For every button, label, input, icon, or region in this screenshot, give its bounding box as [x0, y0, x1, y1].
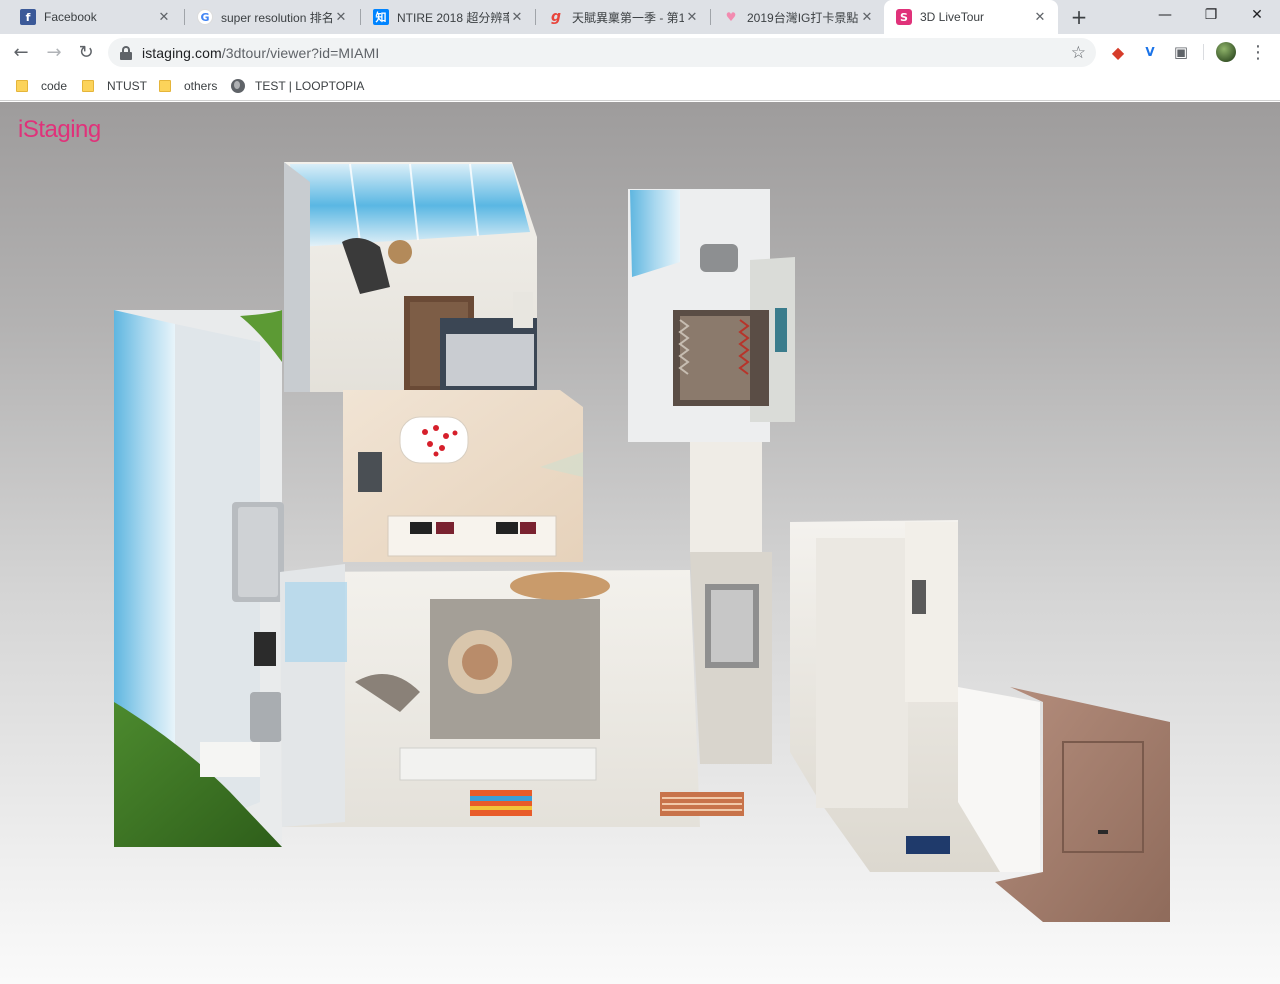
bookmark-code[interactable]: code: [16, 76, 67, 96]
bookmark-label: code: [41, 79, 68, 93]
url-path: /3dtour/viewer?id=MIAMI: [221, 44, 380, 61]
extension-v-icon[interactable]: V: [1140, 42, 1160, 62]
room-hallway[interactable]: [690, 520, 1040, 872]
close-tab-icon[interactable]: ✕: [156, 9, 172, 25]
reload-button[interactable]: ↻: [72, 38, 100, 66]
back-button[interactable]: ←: [7, 38, 35, 66]
gamer-icon: g: [550, 9, 562, 25]
tab-title: 2019台灣IG打卡景點: [747, 10, 859, 25]
line-icon[interactable]: ▣: [1171, 42, 1191, 62]
close-tab-icon[interactable]: ✕: [333, 9, 349, 25]
bookmark-looptopia[interactable]: TEST | LOOPTOPIA: [231, 76, 364, 96]
bookmark-others[interactable]: others: [159, 76, 217, 96]
tab-ntire[interactable]: 知 NTIRE 2018 超分辨率 ✕: [361, 0, 535, 34]
tab-title: Facebook: [44, 10, 97, 24]
dollhouse-model[interactable]: [0, 102, 1280, 984]
bookmarks-bar: code NTUST others TEST | LOOPTOPIA: [0, 70, 1280, 101]
tab-facebook[interactable]: f Facebook ✕: [8, 0, 182, 34]
tab-title: NTIRE 2018 超分辨率: [397, 10, 509, 25]
tab-title: 3D LiveTour: [920, 10, 985, 24]
tab-ig-spots[interactable]: ♥ 2019台灣IG打卡景點 ✕: [711, 0, 885, 34]
close-tab-icon[interactable]: ✕: [684, 9, 700, 25]
close-tab-icon[interactable]: ✕: [509, 9, 525, 25]
forward-button[interactable]: →: [40, 38, 68, 66]
menu-icon[interactable]: ⋮: [1248, 42, 1268, 63]
tour-viewer-canvas[interactable]: iStaging: [0, 102, 1280, 984]
new-tab-button[interactable]: +: [1068, 5, 1090, 29]
tab-title: super resolution 排名: [221, 10, 333, 25]
close-tab-icon[interactable]: ✕: [1032, 9, 1048, 25]
close-window-button[interactable]: ✕: [1234, 0, 1280, 30]
room-bathroom[interactable]: [343, 390, 583, 562]
lock-icon[interactable]: [120, 45, 132, 60]
tab-title: 天賦異稟第一季 - 第1: [572, 10, 684, 25]
pin-icon: ♥: [725, 10, 737, 24]
minimize-button[interactable]: —: [1142, 0, 1188, 30]
zhihu-icon: 知: [373, 9, 389, 25]
tab-3d-livetour[interactable]: S 3D LiveTour ✕: [884, 0, 1058, 34]
bookmark-label: NTUST: [107, 79, 147, 93]
room-bedroom-top[interactable]: [284, 162, 537, 392]
tab-super-resolution[interactable]: G super resolution 排名 ✕: [185, 0, 359, 34]
facebook-icon: f: [20, 9, 36, 25]
restore-button[interactable]: ❐: [1188, 0, 1234, 30]
bookmark-ntust[interactable]: NTUST: [82, 76, 147, 96]
room-living-center[interactable]: [280, 564, 744, 827]
url-host: istaging.com: [142, 44, 222, 61]
close-tab-icon[interactable]: ✕: [859, 9, 875, 25]
url-text[interactable]: istaging.com/3dtour/viewer?id=MIAMI: [142, 45, 379, 61]
istaging-icon: S: [896, 9, 912, 25]
profile-avatar[interactable]: [1216, 42, 1236, 62]
folder-icon: [16, 80, 28, 92]
room-bedroom-right[interactable]: [628, 189, 795, 554]
tab-strip: f Facebook ✕ G super resolution 排名 ✕ 知 N…: [0, 0, 1280, 34]
brave-shield-icon[interactable]: ◆: [1108, 42, 1128, 62]
folder-icon: [159, 80, 171, 92]
folder-icon: [82, 80, 94, 92]
room-living-left[interactable]: [114, 310, 284, 847]
bookmark-label: TEST | LOOPTOPIA: [255, 79, 365, 93]
bookmark-star-icon[interactable]: ☆: [1071, 43, 1086, 63]
globe-icon: [231, 79, 245, 93]
browser-toolbar: ← → ↻ istaging.com/3dtour/viewer?id=MIAM…: [0, 34, 1280, 70]
address-bar[interactable]: istaging.com/3dtour/viewer?id=MIAMI ☆: [108, 38, 1096, 67]
google-icon: G: [197, 9, 213, 25]
tab-gamer[interactable]: g 天賦異稟第一季 - 第1 ✕: [536, 0, 710, 34]
toolbar-divider: [1203, 44, 1204, 60]
bookmark-label: others: [184, 79, 218, 93]
